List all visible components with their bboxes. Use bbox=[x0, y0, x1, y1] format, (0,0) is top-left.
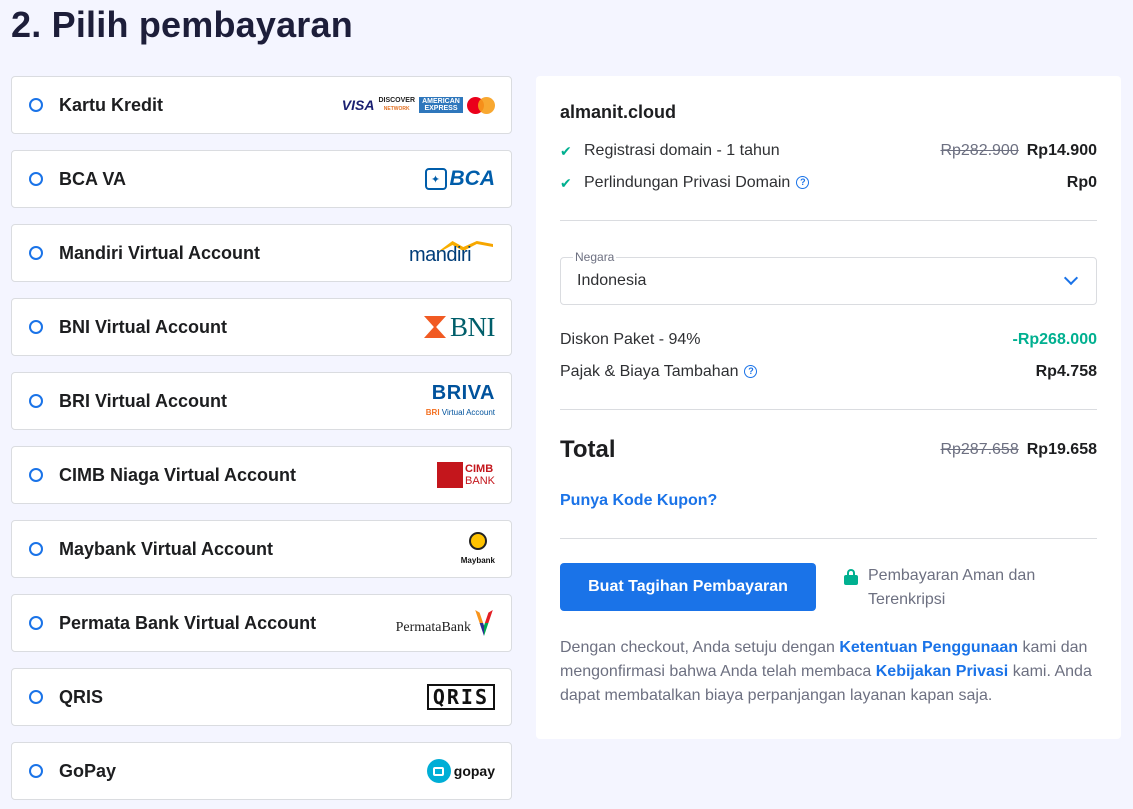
original-price: Rp282.900 bbox=[940, 142, 1019, 159]
radio-button[interactable] bbox=[29, 764, 43, 778]
gopay-logo: gopay bbox=[426, 759, 495, 783]
domain-name: almanit.cloud bbox=[560, 102, 677, 122]
divider bbox=[560, 409, 1097, 410]
payment-option-bni-va[interactable]: BNI Virtual Account BNI bbox=[11, 298, 512, 356]
payment-method-list: Kartu Kredit VISA DISCOVER NETWORK AMERIC… bbox=[11, 76, 512, 809]
payment-option-maybank-va[interactable]: Maybank Virtual Account Maybank bbox=[11, 520, 512, 578]
payment-option-kartu-kredit[interactable]: Kartu Kredit VISA DISCOVER NETWORK AMERIC… bbox=[11, 76, 512, 134]
radio-button[interactable] bbox=[29, 690, 43, 704]
chevron-down-icon bbox=[1063, 270, 1079, 286]
total-price: Rp19.658 bbox=[1026, 441, 1097, 458]
payment-option-permata-va[interactable]: Permata Bank Virtual Account PermataBank bbox=[11, 594, 512, 652]
briva-logo: BRIVA BRI Virtual Account bbox=[425, 382, 495, 417]
line-item-domain-registration: ✔ Registrasi domain - 1 tahun Rp282.900 … bbox=[560, 142, 1097, 160]
total-original-price: Rp287.658 bbox=[940, 441, 1019, 458]
payment-option-gopay[interactable]: GoPay gopay bbox=[11, 742, 512, 800]
discount-row: Diskon Paket - 94% -Rp268.000 bbox=[560, 331, 1097, 349]
country-select[interactable]: Negara Indonesia bbox=[560, 250, 1097, 305]
line-item-privacy-protection: ✔ Perlindungan Privasi Domain? Rp0 bbox=[560, 174, 1097, 192]
radio-button[interactable] bbox=[29, 246, 43, 260]
payment-option-cimb-va[interactable]: CIMB Niaga Virtual Account CIMB BANK bbox=[11, 446, 512, 504]
payment-option-bri-va[interactable]: BRI Virtual Account BRIVA BRI Virtual Ac… bbox=[11, 372, 512, 430]
payment-option-bca-va[interactable]: BCA VA ✦ BCA bbox=[11, 150, 512, 208]
discount-value: -Rp268.000 bbox=[1012, 331, 1098, 348]
wallet-icon bbox=[426, 759, 451, 783]
payment-option-label: Permata Bank Virtual Account bbox=[59, 612, 317, 633]
mandiri-logo: mandiri bbox=[409, 239, 495, 267]
tax-label: Pajak & Biaya Tambahan bbox=[560, 363, 739, 380]
line-item-label: Perlindungan Privasi Domain bbox=[584, 174, 791, 191]
payment-option-label: BCA VA bbox=[59, 168, 126, 189]
tax-value: Rp4.758 bbox=[1035, 363, 1097, 380]
cimb-logo: CIMB BANK bbox=[437, 462, 495, 488]
payment-option-label: Kartu Kredit bbox=[59, 94, 164, 115]
country-select-value: Indonesia bbox=[577, 272, 647, 289]
privacy-policy-link[interactable]: Kebijakan Privasi bbox=[876, 663, 1009, 680]
country-select-label: Negara bbox=[573, 250, 617, 264]
payment-option-label: QRIS bbox=[59, 686, 104, 707]
total-row: Total Rp287.658 Rp19.658 bbox=[560, 436, 1097, 464]
bca-emblem-icon: ✦ bbox=[424, 168, 447, 190]
coupon-link[interactable]: Punya Kode Kupon? bbox=[560, 492, 717, 510]
tax-row: Pajak & Biaya Tambahan? Rp4.758 bbox=[560, 363, 1097, 381]
divider bbox=[560, 538, 1097, 539]
radio-button[interactable] bbox=[29, 468, 43, 482]
terms-of-use-link[interactable]: Ketentuan Penggunaan bbox=[839, 639, 1018, 656]
secure-payment-note: Pembayaran Aman dan Terenkripsi bbox=[844, 564, 1048, 612]
check-icon: ✔ bbox=[560, 142, 572, 159]
permatabank-logo: PermataBank bbox=[396, 610, 495, 636]
secure-payment-text: Pembayaran Aman dan Terenkripsi bbox=[868, 567, 1036, 608]
radio-button[interactable] bbox=[29, 98, 43, 112]
payment-option-label: BNI Virtual Account bbox=[59, 316, 228, 337]
bni-logo: BNI bbox=[424, 312, 496, 343]
payment-option-label: GoPay bbox=[59, 760, 117, 781]
lock-icon bbox=[844, 569, 858, 585]
bca-logo: ✦ BCA bbox=[424, 167, 495, 191]
page-title: 2. Pilih pembayaran bbox=[11, 4, 353, 45]
radio-button[interactable] bbox=[29, 172, 43, 186]
divider bbox=[560, 220, 1097, 221]
payment-option-label: CIMB Niaga Virtual Account bbox=[59, 464, 297, 485]
mastercard-logo bbox=[467, 96, 495, 114]
card-networks-logo: VISA DISCOVER NETWORK AMERICAN EXPRESS bbox=[342, 96, 495, 114]
payment-option-qris[interactable]: QRIS QRIS bbox=[11, 668, 512, 726]
radio-button[interactable] bbox=[29, 616, 43, 630]
price: Rp14.900 bbox=[1026, 142, 1097, 159]
payment-option-label: BRI Virtual Account bbox=[59, 390, 228, 411]
terms-text: Dengan checkout, Anda setuju dengan Kete… bbox=[560, 639, 1092, 704]
payment-option-label: Maybank Virtual Account bbox=[59, 538, 274, 559]
order-summary-panel: almanit.cloud ✔ Registrasi domain - 1 ta… bbox=[536, 76, 1121, 739]
maybank-logo: Maybank bbox=[461, 531, 495, 567]
payment-option-mandiri-va[interactable]: Mandiri Virtual Account mandiri bbox=[11, 224, 512, 282]
payment-option-label: Mandiri Virtual Account bbox=[59, 242, 261, 263]
radio-button[interactable] bbox=[29, 394, 43, 408]
help-icon[interactable]: ? bbox=[744, 365, 758, 379]
line-item-label: Registrasi domain - 1 tahun bbox=[584, 142, 780, 159]
total-label: Total bbox=[560, 436, 616, 463]
discount-label: Diskon Paket - 94% bbox=[560, 331, 701, 348]
create-invoice-button[interactable]: Buat Tagihan Pembayaran bbox=[560, 563, 816, 611]
radio-button[interactable] bbox=[29, 542, 43, 556]
help-icon[interactable]: ? bbox=[796, 176, 810, 190]
price: Rp0 bbox=[1066, 174, 1097, 191]
radio-button[interactable] bbox=[29, 320, 43, 334]
check-icon: ✔ bbox=[560, 174, 572, 191]
qris-logo: QRIS bbox=[426, 684, 495, 710]
